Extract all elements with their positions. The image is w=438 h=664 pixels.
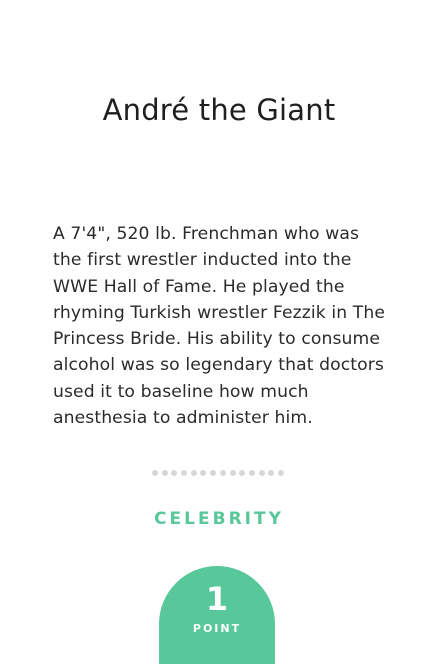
divider-dot [239, 470, 246, 476]
divider-dot [161, 470, 168, 476]
divider-dot [277, 470, 284, 476]
divider-dot [200, 470, 207, 476]
divider-dot [181, 470, 188, 476]
divider-dot [229, 470, 236, 476]
divider-dot [219, 470, 226, 476]
divider-dot [258, 470, 265, 476]
points-value: 1 [205, 580, 229, 618]
category-label: CELEBRITY [154, 509, 284, 529]
divider-dot [171, 470, 178, 476]
card-description: A 7'4", 520 lb. Frenchman who was the fi… [53, 224, 386, 429]
celebrity-card: André the Giant A 7'4", 520 lb. Frenchma… [0, 0, 438, 664]
points-label: POINT [192, 622, 242, 635]
card-title: André the Giant [102, 93, 336, 127]
divider-dot [152, 470, 158, 476]
divider-dot [210, 470, 217, 476]
divider-dot [248, 470, 255, 476]
points-badge: 1 POINT [159, 566, 275, 664]
dotted-divider [152, 470, 284, 476]
divider-dot [190, 470, 197, 476]
divider-dot [268, 470, 275, 476]
